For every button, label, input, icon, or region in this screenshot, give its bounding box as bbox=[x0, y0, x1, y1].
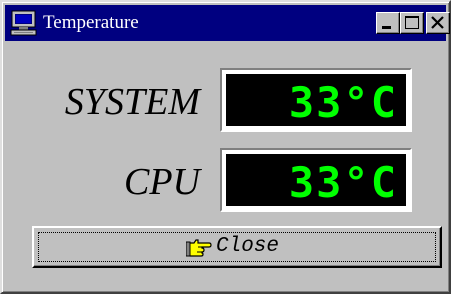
close-icon bbox=[431, 16, 444, 29]
close-button[interactable]: Close bbox=[32, 226, 442, 268]
minimize-icon bbox=[382, 26, 391, 29]
cpu-temperature-display: 33°C bbox=[220, 148, 412, 212]
window-title: Temperature bbox=[43, 12, 139, 33]
close-button-label: Close bbox=[216, 235, 280, 258]
system-lcd: 33°C bbox=[226, 74, 406, 126]
close-window-button[interactable] bbox=[426, 12, 450, 34]
title-bar[interactable]: Temperature bbox=[5, 5, 450, 41]
maximize-button[interactable] bbox=[400, 12, 424, 34]
maximize-icon bbox=[405, 16, 419, 29]
system-temperature-digits: 33°C bbox=[289, 78, 398, 126]
temperature-window: Temperature SYSTEM 33°C CPU 33°C Close bbox=[0, 0, 451, 294]
minimize-button[interactable] bbox=[376, 12, 400, 34]
computer-icon[interactable] bbox=[10, 10, 37, 36]
cpu-lcd: 33°C bbox=[226, 154, 406, 206]
cpu-temperature-value: 33°C bbox=[289, 158, 398, 206]
cpu-label: CPU bbox=[124, 161, 200, 203]
system-temperature-display: 33°C bbox=[220, 68, 412, 132]
cpu-temperature-digits: 33°C bbox=[289, 158, 398, 206]
system-temperature-value: 33°C bbox=[289, 78, 398, 126]
system-label: SYSTEM bbox=[64, 81, 200, 123]
pointing-hand-icon bbox=[185, 237, 212, 257]
